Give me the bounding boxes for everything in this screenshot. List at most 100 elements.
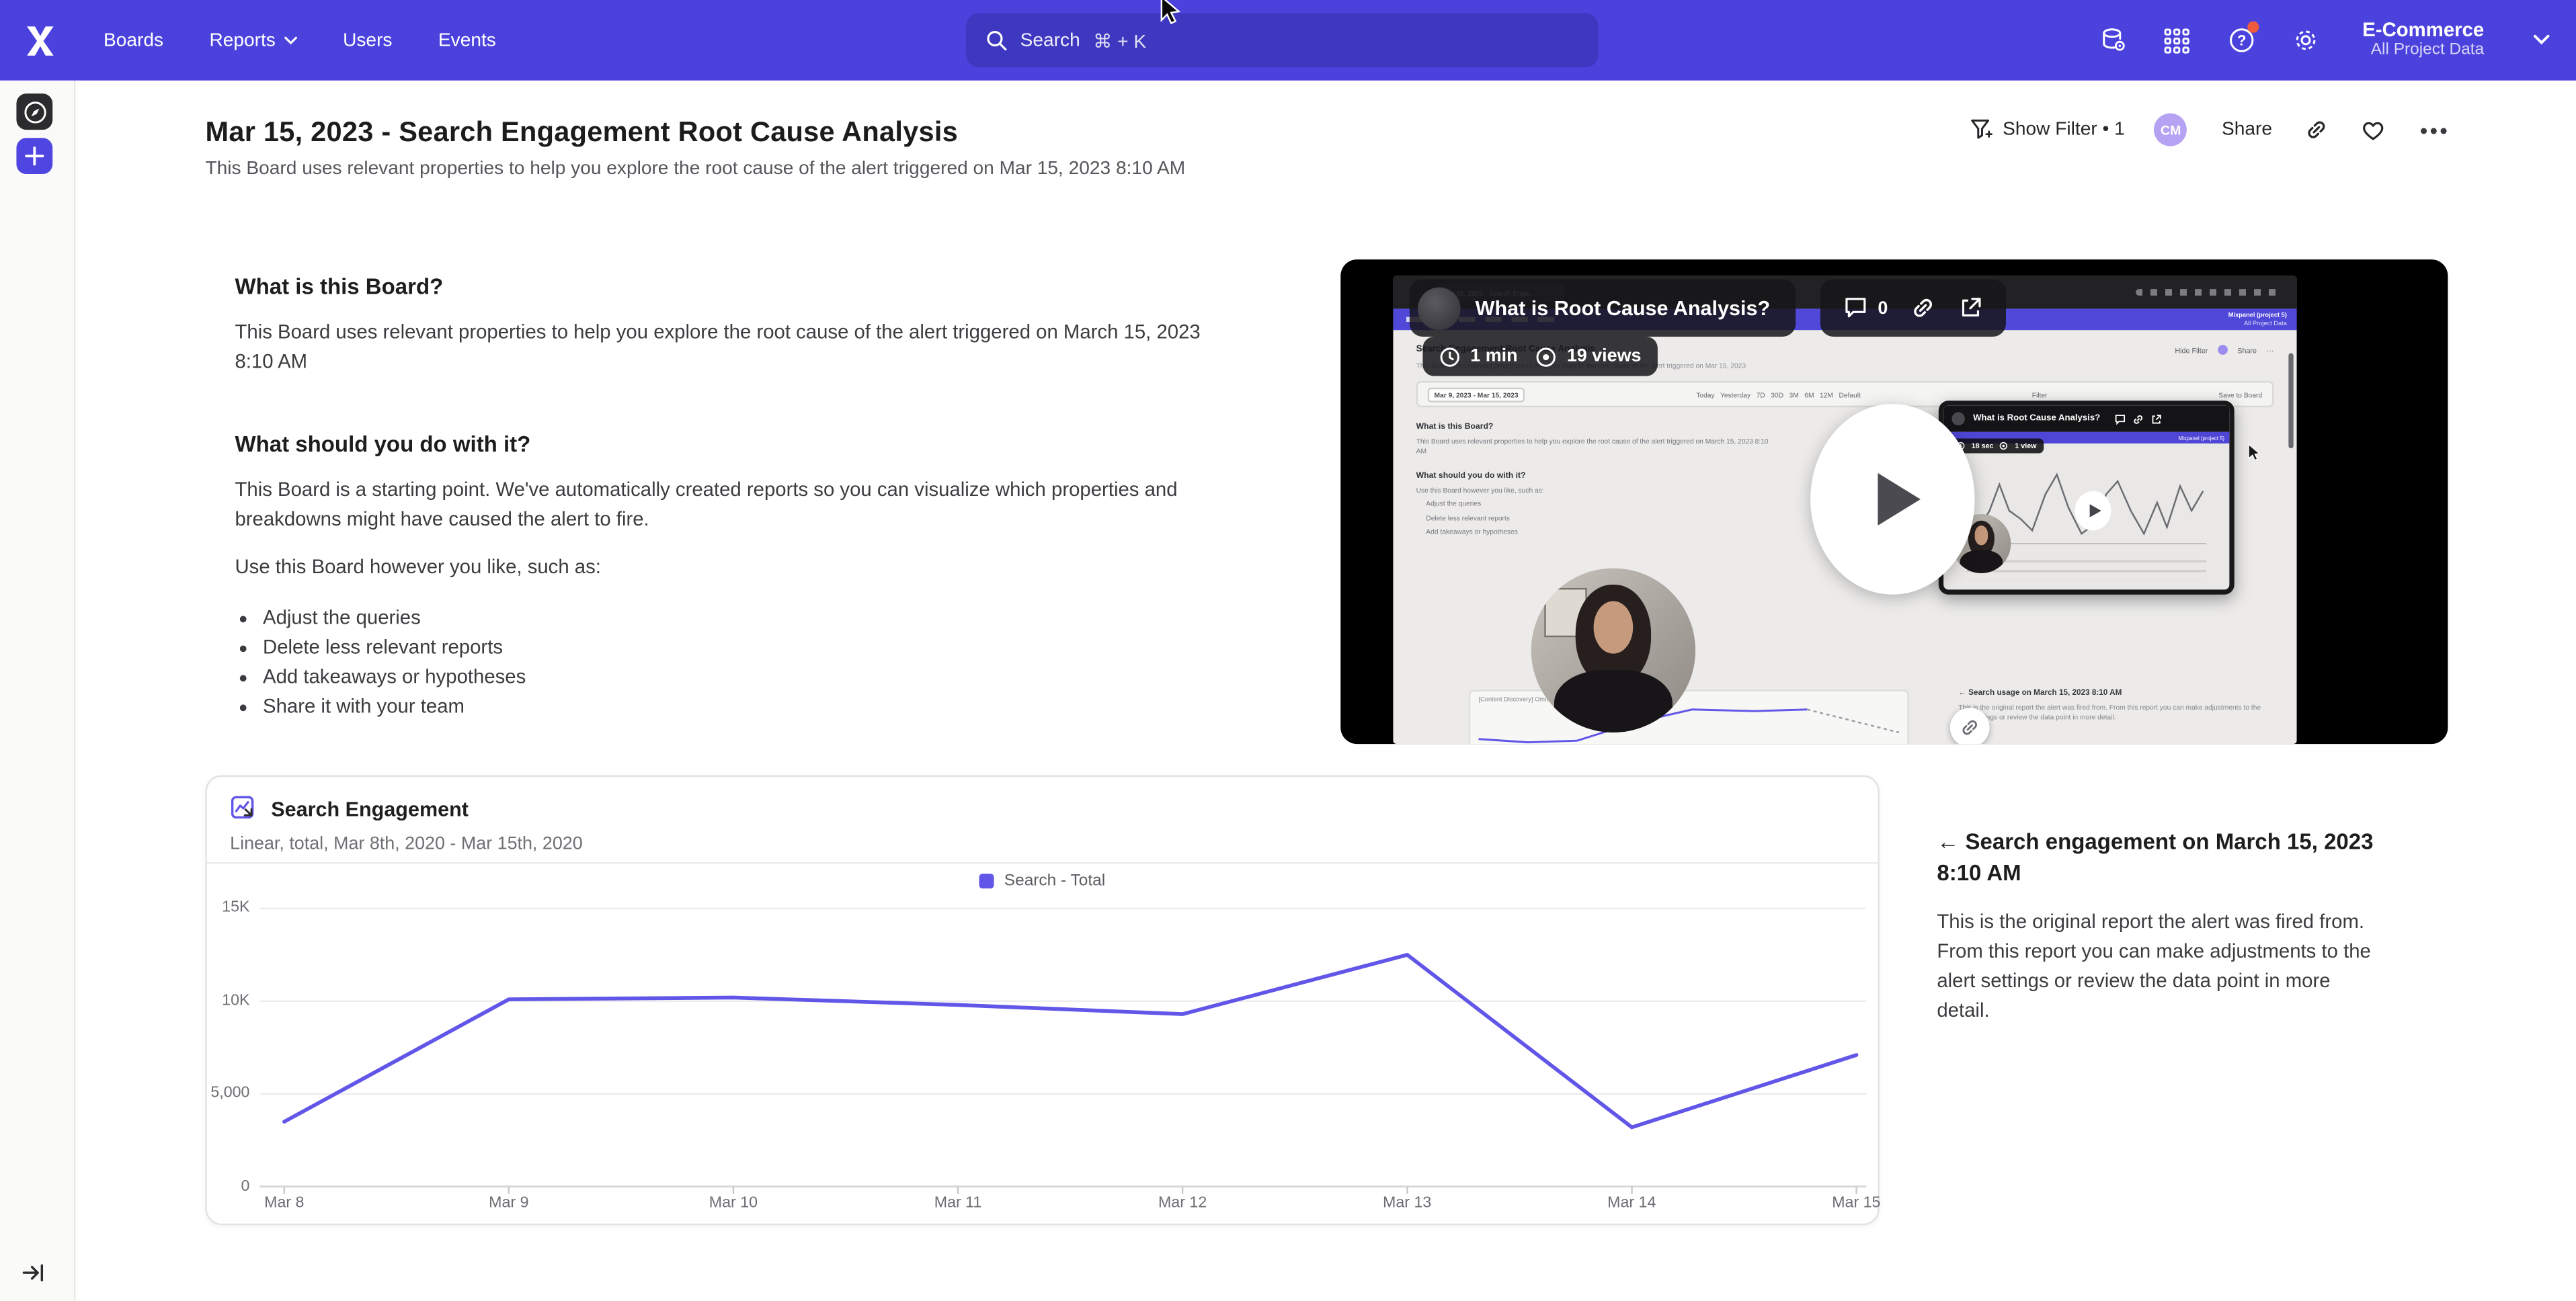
expand-sidebar-button[interactable]	[22, 1261, 48, 1288]
mixpanel-logo-icon[interactable]	[23, 22, 57, 58]
mini-more: ···	[2267, 345, 2274, 353]
play-button[interactable]	[1810, 404, 1974, 594]
mini-chart-line	[1479, 703, 1900, 744]
favorite-button[interactable]	[2361, 118, 2386, 141]
nav-item-label: Events	[438, 30, 496, 50]
intro-text-card: What is this Board? This Board uses rele…	[235, 274, 1244, 721]
mini-bullet: Add takeaways or hypotheses	[1416, 528, 1769, 538]
mini-avatar	[2218, 345, 2228, 355]
mini-intro-text: What is this Board? This Board uses rele…	[1416, 422, 1769, 539]
data-management-icon[interactable]	[2099, 26, 2128, 54]
x-axis-tick-label: Mar 15	[1832, 1194, 1880, 1212]
mini-filter-label: Filter	[2032, 390, 2048, 398]
svg-text:?: ?	[2237, 32, 2246, 49]
open-external-icon[interactable]	[1958, 296, 1983, 321]
side-note-heading: ← Search engagement on March 15, 2023 8:…	[1937, 826, 2374, 888]
y-axis-tick-label: 10K	[204, 993, 249, 1009]
show-filter-button[interactable]: Show Filter • 1	[1970, 118, 2125, 141]
nested-author-avatar	[1951, 412, 1965, 425]
mouse-cursor-icon	[1160, 0, 1181, 26]
nav-item-boards[interactable]: Boards	[104, 30, 163, 50]
x-axis-tick-label: Mar 8	[264, 1194, 304, 1212]
intro-heading-2: What should you do with it?	[235, 432, 1244, 457]
mini-paragraph: Use this Board however you like, such as…	[1416, 486, 1769, 497]
mini-chart-legend: [Content Discovery] Omnisearch Report Li…	[1479, 696, 1900, 703]
video-copy-link-button[interactable]	[1950, 708, 1990, 744]
mini-scrollbar	[2288, 353, 2293, 448]
help-icon[interactable]: ?	[2228, 26, 2256, 54]
eye-icon	[2000, 442, 2008, 450]
report-subtitle: Linear, total, Mar 8th, 2020 - Mar 15th,…	[230, 835, 583, 854]
side-note-card: ← Search engagement on March 15, 2023 8:…	[1937, 826, 2374, 1025]
notification-dot	[2247, 22, 2259, 33]
mini-hide-filter: Hide Filter	[2175, 345, 2208, 353]
x-axis-tick-label: Mar 10	[709, 1194, 758, 1212]
nav-item-events[interactable]: Events	[438, 30, 496, 50]
intro-paragraph-1: This Board uses relevant properties to h…	[235, 317, 1244, 376]
copy-link-button[interactable]	[2305, 118, 2328, 141]
video-player[interactable]: Mar 15, 2023 - Search Enga… Mixpanel (pr…	[1340, 259, 2448, 744]
nav-item-label: Reports	[209, 30, 275, 50]
nested-video-actions	[2115, 413, 2163, 425]
video-title: What is Root Cause Analysis?	[1476, 296, 1771, 319]
link-icon	[2305, 118, 2328, 141]
page-subtitle: This Board uses relevant properties to h…	[205, 159, 1185, 179]
nav-item-reports[interactable]: Reports	[209, 30, 296, 50]
nav-left: Boards Reports Users Events	[23, 0, 496, 81]
left-rail	[0, 81, 75, 1301]
mini-project-switcher: Mixpanel (project 5)All Project Data	[2228, 312, 2287, 327]
video-views: 19 views	[1567, 347, 1642, 366]
apps-grid-icon[interactable]	[2164, 26, 2192, 54]
nested-video-player: What is Root Cause Analysis? Mixpanel (p…	[1939, 401, 2235, 594]
nested-video-title: What is Root Cause Analysis?	[1973, 414, 2100, 424]
mini-date-range: Mar 9, 2023 - Mar 15, 2023	[1428, 387, 1525, 402]
page-title: Mar 15, 2023 - Search Engagement Root Ca…	[205, 117, 957, 150]
discover-button[interactable]	[16, 93, 52, 130]
x-axis-tick-label: Mar 14	[1607, 1194, 1656, 1212]
mini-save-to-board: Save to Board	[2218, 390, 2262, 398]
link-icon	[2133, 413, 2144, 425]
settings-gear-icon[interactable]	[2292, 26, 2320, 54]
list-item: Adjust the queries	[263, 603, 1244, 632]
search-line	[284, 955, 1857, 1128]
compass-icon	[22, 99, 47, 124]
play-icon	[1878, 473, 1921, 526]
link-icon	[1960, 718, 1980, 737]
mini-share: Share	[2237, 345, 2257, 353]
search-shortcut: ⌘ + K	[1093, 29, 1146, 52]
more-menu-button[interactable]: •••	[2420, 118, 2450, 142]
comment-icon[interactable]	[1843, 296, 1868, 321]
eye-icon	[1534, 345, 1557, 367]
create-board-button[interactable]	[16, 138, 52, 174]
video-title-bar: What is Root Cause Analysis?	[1410, 279, 1796, 337]
chart-legend: Search - Total	[207, 872, 1878, 890]
side-note-body: This is the original report the alert wa…	[1937, 907, 2374, 1025]
board-actions: Show Filter • 1 CM Share •••	[1970, 112, 2450, 148]
top-nav: Boards Reports Users Events Search ⌘ + K	[0, 0, 2576, 81]
report-card-search-engagement[interactable]: Search Engagement Linear, total, Mar 8th…	[205, 775, 1879, 1226]
mini-board-actions: Hide Filter Share ···	[2175, 345, 2273, 355]
nav-item-users[interactable]: Users	[343, 30, 392, 50]
project-switcher[interactable]: E-Commerce All Project Data	[2362, 19, 2484, 60]
nested-duration: 18 sec	[1972, 442, 1994, 450]
share-button[interactable]: Share	[2222, 120, 2272, 139]
open-external-icon	[2151, 413, 2163, 425]
avatar[interactable]: CM	[2155, 114, 2187, 146]
line-chart-plot[interactable]	[259, 898, 1866, 1204]
nav-menu: Boards Reports Users Events	[104, 30, 496, 50]
heart-icon	[2361, 118, 2386, 141]
mini-heading: What is this Board?	[1416, 422, 1769, 432]
mini-bullet: Delete less relevant reports	[1416, 513, 1769, 524]
search-placeholder: Search	[1020, 30, 1080, 50]
nav-right: ? E-Commerce All Project Data	[2099, 0, 2550, 81]
video-author-avatar	[1418, 286, 1461, 329]
list-item: Share it with your team	[263, 691, 1244, 721]
intro-paragraph-3: Use this Board however you like, such as…	[235, 552, 1244, 581]
presenter-webcam	[1531, 569, 1695, 732]
video-duration: 1 min	[1470, 347, 1517, 366]
link-icon[interactable]	[1911, 296, 1936, 321]
report-title: Search Engagement	[271, 798, 469, 821]
chevron-down-icon	[284, 36, 297, 46]
y-axis-tick-label: 0	[204, 1178, 249, 1194]
search-input[interactable]: Search ⌘ + K	[966, 13, 1599, 68]
